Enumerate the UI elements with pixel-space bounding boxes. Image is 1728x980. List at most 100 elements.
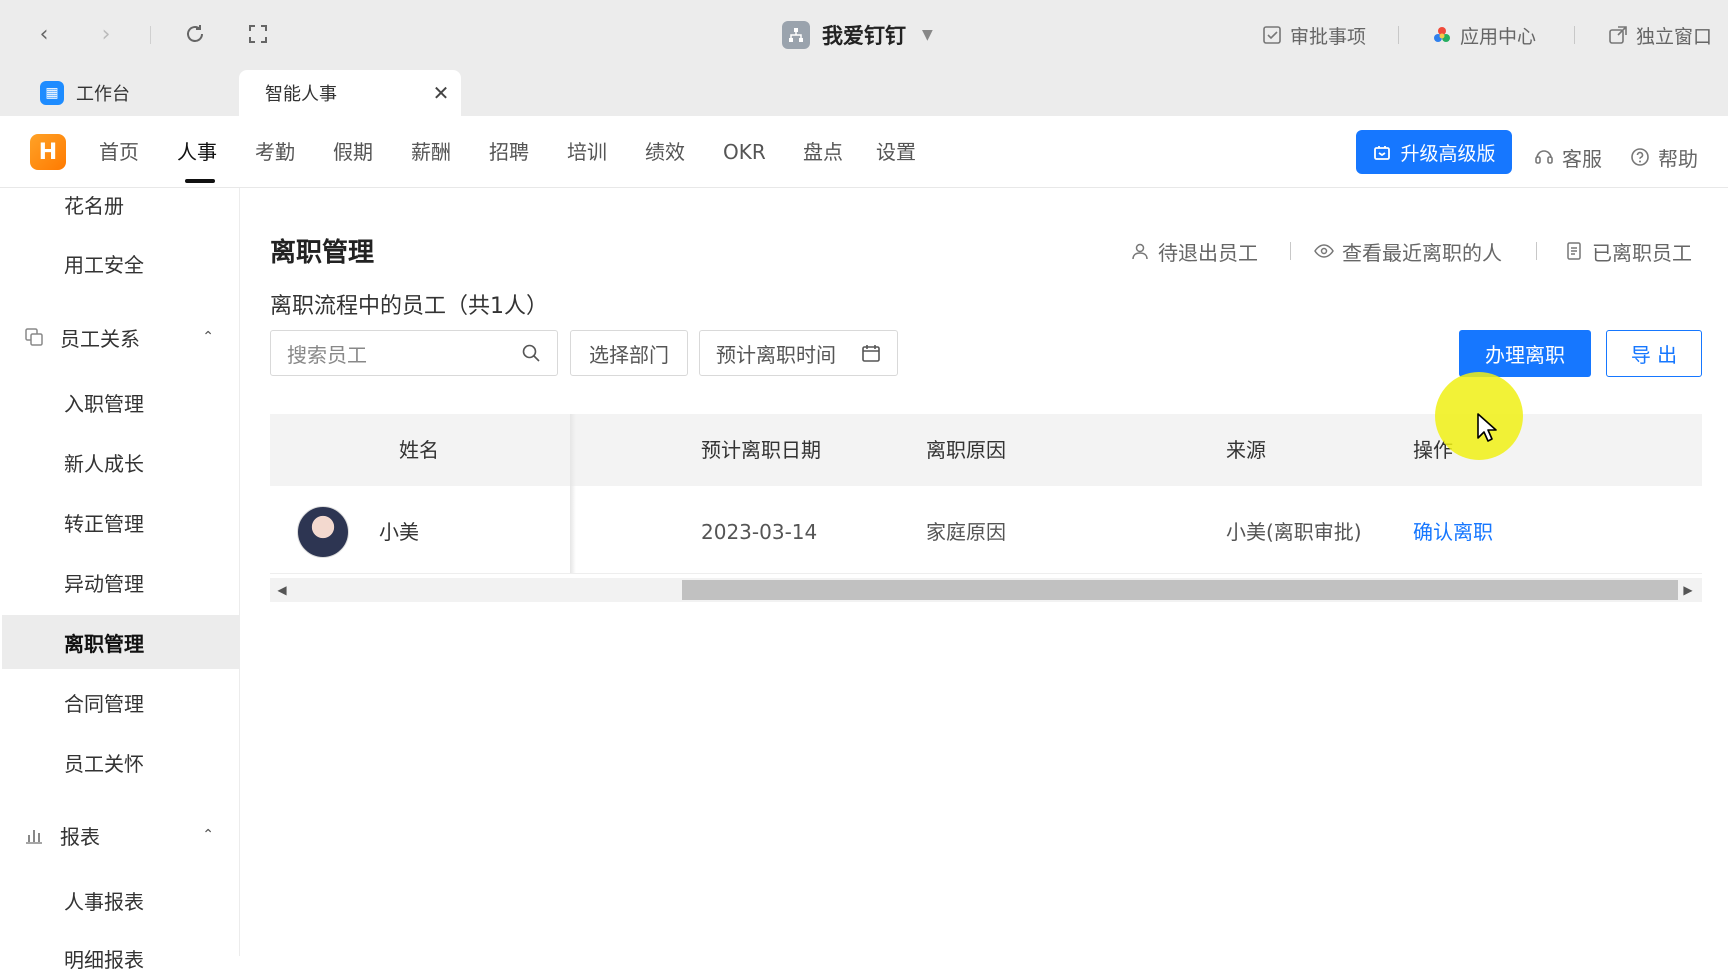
sidebar-item-transfer[interactable]: 异动管理 bbox=[64, 564, 144, 604]
section-subtitle: 离职流程中的员工（共1人） bbox=[270, 294, 548, 319]
tab-workbench[interactable]: ▦ 工作台 bbox=[40, 70, 130, 116]
standalone-label: 独立窗口 bbox=[1636, 25, 1713, 48]
document-icon bbox=[1567, 242, 1581, 260]
action-divider bbox=[1574, 26, 1575, 44]
column-header-date: 预计离职日期 bbox=[701, 438, 821, 462]
action-divider bbox=[1398, 26, 1399, 44]
avatar bbox=[297, 506, 349, 558]
nav-attendance[interactable]: 考勤 bbox=[255, 134, 295, 170]
nav-inventory[interactable]: 盘点 bbox=[803, 134, 843, 170]
column-header-name: 姓名 bbox=[399, 438, 439, 462]
mouse-pointer-icon bbox=[1477, 413, 1497, 442]
link-divider bbox=[1290, 242, 1291, 260]
scroll-left-icon[interactable]: ◀ bbox=[274, 580, 290, 600]
sidebar-group-reports[interactable]: 报表 ⌃ bbox=[24, 815, 214, 855]
recent-resigned-link[interactable]: 查看最近离职的人 bbox=[1314, 234, 1502, 268]
date-picker-label: 预计离职时间 bbox=[716, 342, 836, 367]
standalone-window-button[interactable]: 独立窗口 bbox=[1608, 20, 1712, 50]
sidebar-item-regular[interactable]: 转正管理 bbox=[64, 504, 144, 544]
approval-label: 审批事项 bbox=[1290, 25, 1367, 48]
external-window-icon bbox=[1609, 26, 1627, 44]
calendar-icon[interactable] bbox=[861, 343, 881, 363]
copy-icon bbox=[25, 328, 43, 346]
refresh-icon[interactable] bbox=[183, 22, 207, 46]
resignation-date-picker[interactable]: 预计离职时间 bbox=[699, 330, 898, 376]
help-button[interactable]: 帮助 bbox=[1630, 140, 1698, 174]
search-icon[interactable] bbox=[521, 343, 541, 363]
checkbox-icon bbox=[1263, 26, 1281, 44]
approval-button[interactable]: 审批事项 bbox=[1262, 20, 1366, 50]
sidebar-group-label: 员工关系 bbox=[60, 326, 140, 351]
service-label: 客服 bbox=[1562, 146, 1602, 171]
search-input[interactable]: 搜索员工 bbox=[270, 330, 558, 376]
chevron-up-icon: ⌃ bbox=[202, 329, 214, 345]
search-placeholder: 搜索员工 bbox=[287, 342, 367, 367]
org-icon bbox=[782, 21, 810, 49]
close-icon[interactable]: ✕ bbox=[421, 81, 461, 105]
app-center-button[interactable]: 应用中心 bbox=[1432, 20, 1536, 50]
help-icon bbox=[1631, 148, 1649, 166]
nav-recruit[interactable]: 招聘 bbox=[489, 134, 529, 170]
resigned-employees-link[interactable]: 已离职员工 bbox=[1564, 234, 1692, 268]
sidebar-item-detail-report[interactable]: 明细报表 bbox=[64, 940, 144, 980]
process-resignation-button[interactable]: 办理离职 bbox=[1459, 330, 1591, 377]
nav-home[interactable]: 首页 bbox=[99, 134, 139, 170]
nav-settings[interactable]: 设置 bbox=[876, 134, 916, 170]
chevron-down-icon: ▼ bbox=[922, 27, 933, 43]
tab-smart-hr[interactable]: 智能人事 ✕ bbox=[239, 70, 461, 116]
back-icon[interactable]: ‹ bbox=[32, 22, 56, 47]
nav-performance[interactable]: 绩效 bbox=[645, 134, 685, 170]
sidebar-item-hr-report[interactable]: 人事报表 bbox=[64, 882, 144, 922]
cell-source: 小美(离职审批) bbox=[1226, 520, 1362, 544]
sidebar-item-contract[interactable]: 合同管理 bbox=[64, 684, 144, 724]
column-header-source: 来源 bbox=[1226, 438, 1266, 462]
upgrade-button[interactable]: 升级高级版 bbox=[1356, 130, 1512, 174]
sidebar-item-work-safety[interactable]: 用工安全 bbox=[64, 245, 144, 285]
sidebar-item-growth[interactable]: 新人成长 bbox=[64, 444, 144, 484]
fullscreen-icon[interactable] bbox=[246, 22, 270, 46]
app-logo: H bbox=[30, 134, 66, 170]
nav-payroll[interactable]: 薪酬 bbox=[411, 134, 451, 170]
nav-leave[interactable]: 假期 bbox=[333, 134, 373, 170]
scroll-right-icon[interactable]: ▶ bbox=[1680, 580, 1696, 600]
scrollbar-thumb[interactable] bbox=[682, 580, 1678, 600]
org-switcher[interactable]: 我爱钉钉 ▼ bbox=[782, 18, 933, 52]
gift-icon bbox=[1374, 146, 1391, 160]
workbench-icon: ▦ bbox=[40, 81, 64, 105]
cell-date: 2023-03-14 bbox=[701, 520, 818, 544]
active-nav-indicator bbox=[185, 179, 215, 183]
fixed-column-shadow bbox=[570, 414, 576, 574]
sidebar-item-care[interactable]: 员工关怀 bbox=[64, 744, 144, 784]
forward-icon[interactable]: › bbox=[94, 22, 118, 47]
sidebar-group-label: 报表 bbox=[60, 824, 100, 849]
bar-chart-icon bbox=[26, 830, 42, 844]
eye-icon bbox=[1314, 244, 1334, 258]
cell-reason: 家庭原因 bbox=[926, 520, 1006, 544]
customer-service-button[interactable]: 客服 bbox=[1534, 140, 1602, 174]
column-header-reason: 离职原因 bbox=[926, 438, 1006, 462]
page-title: 离职管理 bbox=[270, 238, 375, 268]
headset-icon bbox=[1535, 150, 1553, 164]
department-select[interactable]: 选择部门 bbox=[570, 330, 688, 376]
user-icon bbox=[1132, 243, 1148, 260]
sidebar-item-onboarding[interactable]: 入职管理 bbox=[64, 384, 144, 424]
pending-label: 待退出员工 bbox=[1158, 240, 1258, 265]
sidebar-group-relations[interactable]: 员工关系 ⌃ bbox=[24, 317, 214, 357]
pending-employees-link[interactable]: 待退出员工 bbox=[1130, 234, 1258, 268]
app-center-label: 应用中心 bbox=[1460, 25, 1537, 48]
upgrade-label: 升级高级版 bbox=[1400, 142, 1496, 165]
sidebar-item-roster[interactable]: 花名册 bbox=[64, 186, 124, 226]
sidebar-item-resignation[interactable]: 离职管理 bbox=[64, 624, 144, 664]
department-select-label: 选择部门 bbox=[589, 342, 669, 367]
nav-okr[interactable]: OKR bbox=[723, 134, 766, 170]
resigned-label: 已离职员工 bbox=[1592, 240, 1692, 265]
org-name: 我爱钉钉 bbox=[822, 24, 906, 48]
confirm-resignation-link[interactable]: 确认离职 bbox=[1413, 510, 1493, 554]
nav-training[interactable]: 培训 bbox=[567, 134, 607, 170]
tab-hr-label: 智能人事 bbox=[265, 84, 337, 105]
recent-label: 查看最近离职的人 bbox=[1342, 240, 1502, 265]
export-button[interactable]: 导 出 bbox=[1606, 330, 1702, 377]
row-divider bbox=[270, 573, 1702, 574]
help-label: 帮助 bbox=[1658, 146, 1698, 171]
nav-hr[interactable]: 人事 bbox=[177, 134, 217, 170]
